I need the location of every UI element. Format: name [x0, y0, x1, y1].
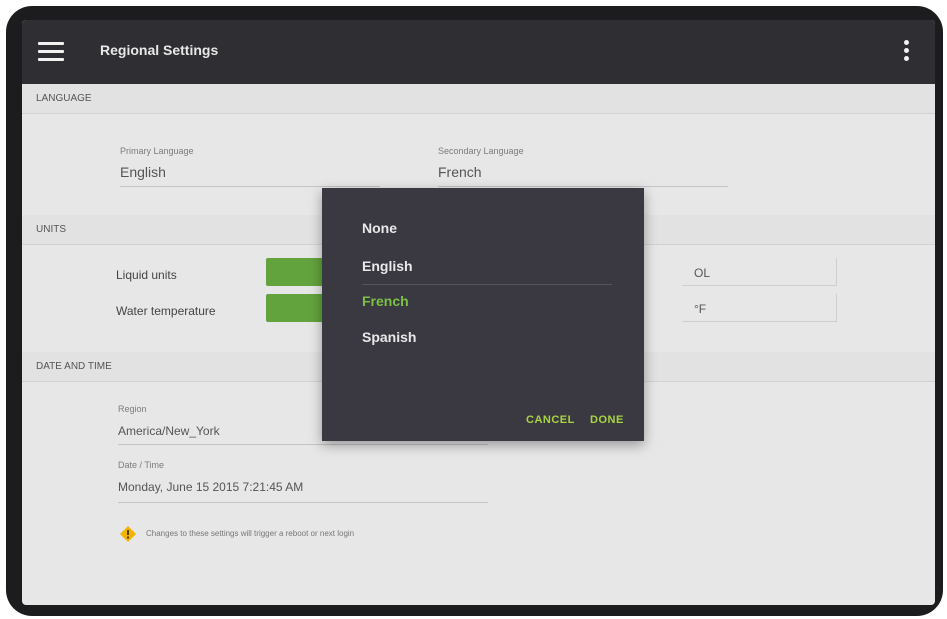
page-title: Regional Settings	[100, 42, 219, 58]
dialog-option-spanish[interactable]: Spanish	[362, 329, 416, 345]
dialog-option-french[interactable]: French	[362, 293, 409, 309]
water-temperature-toggle[interactable]	[266, 294, 326, 322]
secondary-language-field[interactable]: French	[438, 164, 482, 180]
language-picker-dialog: None English French Spanish CANCEL DONE	[322, 188, 644, 441]
water-temperature-value: °F	[694, 302, 707, 316]
region-field[interactable]: America/New_York	[118, 424, 220, 438]
liquid-units-label: Liquid units	[116, 268, 177, 282]
hamburger-menu-icon[interactable]	[38, 42, 64, 62]
secondary-language-underline	[438, 186, 728, 187]
dialog-option-none[interactable]: None	[362, 220, 397, 236]
app-bar: Regional Settings	[22, 20, 935, 84]
warning-diamond-icon	[120, 526, 136, 542]
liquid-units-toggle[interactable]	[266, 258, 326, 286]
liquid-units-value: OL	[694, 266, 711, 280]
date-time-field[interactable]: Monday, June 15 2015 7:21:45 AM	[118, 480, 303, 494]
primary-language-label: Primary Language	[120, 146, 194, 156]
primary-language-field[interactable]: English	[120, 164, 166, 180]
dialog-cancel-button[interactable]: CANCEL	[526, 414, 575, 426]
dialog-done-button[interactable]: DONE	[590, 414, 624, 426]
secondary-language-label: Secondary Language	[438, 146, 524, 156]
warning-message: Changes to these settings will trigger a…	[146, 529, 355, 538]
date-time-label: Date / Time	[118, 460, 165, 470]
region-label: Region	[118, 404, 147, 414]
dialog-divider	[362, 284, 612, 285]
primary-language-underline	[120, 186, 380, 187]
more-vertical-icon[interactable]	[900, 40, 912, 66]
water-temperature-label: Water temperature	[116, 304, 216, 318]
section-header-language: LANGUAGE	[22, 84, 935, 114]
region-underline	[118, 444, 488, 445]
date-time-underline	[118, 502, 488, 503]
device-screen: Regional Settings LANGUAGE Primary Langu…	[22, 20, 935, 605]
dialog-option-english[interactable]: English	[362, 258, 413, 274]
